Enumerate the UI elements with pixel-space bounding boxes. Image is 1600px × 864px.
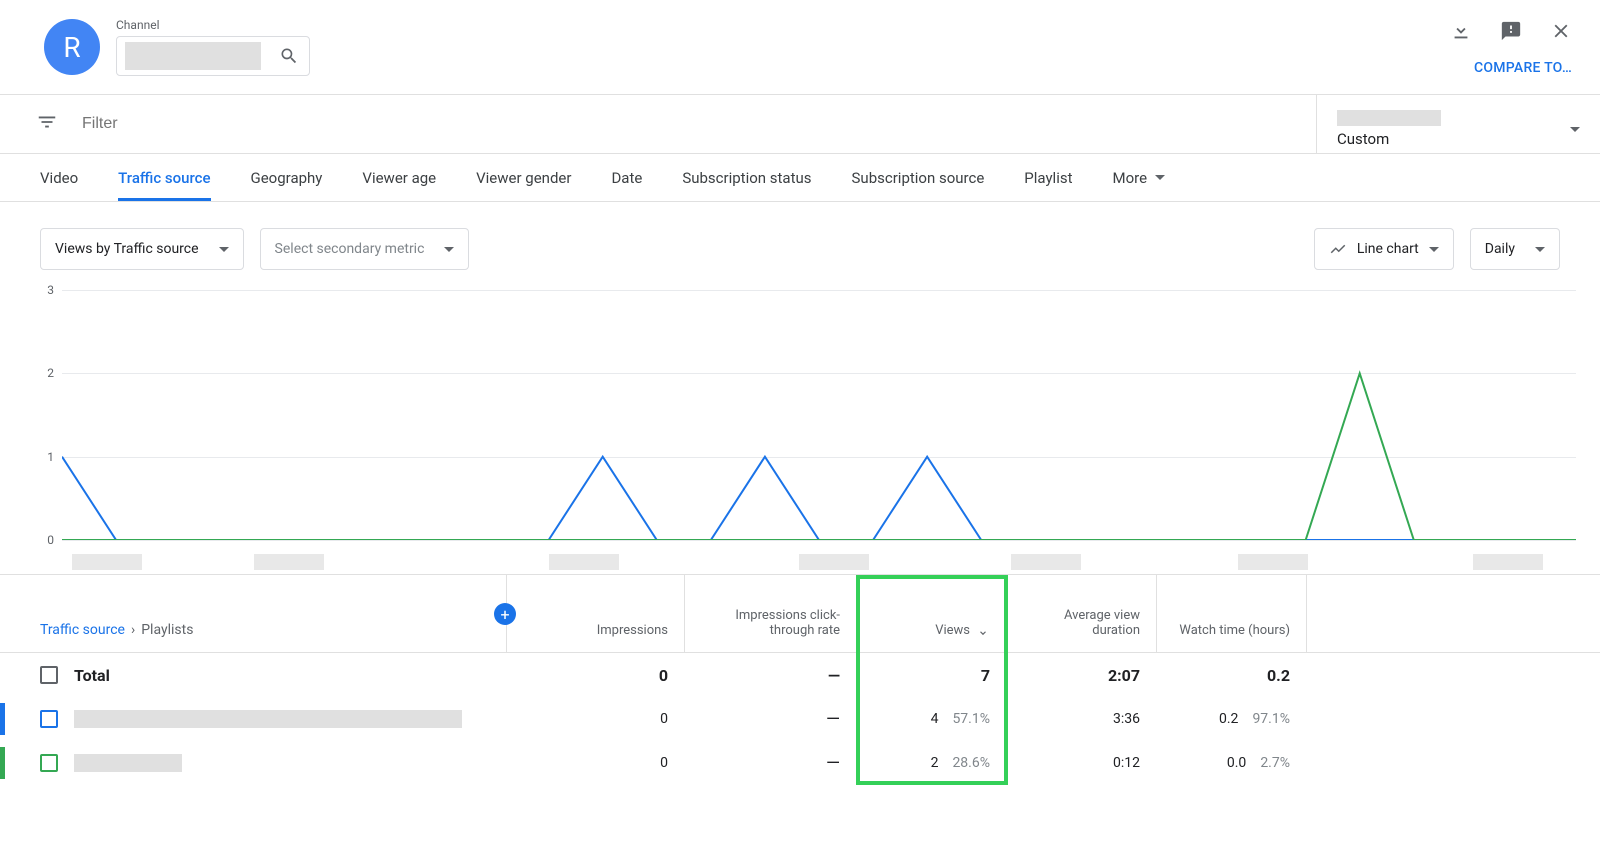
x-axis-tick [1011,554,1081,570]
y-axis-tick: 1 [47,450,54,464]
granularity-dropdown[interactable]: Daily [1470,228,1560,270]
date-range-label: Custom [1337,130,1441,148]
chart-type-dropdown[interactable]: Line chart [1314,228,1454,270]
channel-search[interactable] [116,36,310,76]
data-table: Traffic source › Playlists + Impressions… [0,574,1600,785]
total-avd: 2:07 [1006,666,1156,685]
secondary-metric-placeholder: Select secondary metric [275,241,425,257]
tab-viewer-gender[interactable]: Viewer gender [476,169,571,187]
channel-avatar[interactable]: R [44,19,100,75]
filter-input[interactable] [82,115,1316,133]
granularity-label: Daily [1485,241,1515,257]
x-axis-tick [1473,554,1543,570]
total-watch: 0.2 [1156,666,1306,685]
chart-series-line [62,373,1576,540]
series-color-indicator [0,703,5,735]
col-header-impressions[interactable]: Impressions [506,575,684,652]
secondary-metric-dropdown[interactable]: Select secondary metric [260,228,470,270]
table-row-total: Total 0 — 7 2:07 0.2 [0,653,1600,697]
col-header-views-label: Views [935,623,970,638]
filter-icon[interactable] [36,111,58,137]
total-label: Total [74,666,110,685]
add-comparison-button[interactable]: + [494,603,516,625]
total-ctr: — [684,666,856,685]
row-checkbox[interactable] [40,710,58,728]
breadcrumb-root[interactable]: Traffic source [40,622,125,638]
row-checkbox[interactable] [40,754,58,772]
y-axis-tick: 0 [47,533,54,547]
tab-traffic-source[interactable]: Traffic source [118,169,210,187]
table-row[interactable]: 0—228.6%0:120.02.7% [0,741,1600,785]
select-all-checkbox[interactable] [40,666,58,684]
col-header-views[interactable]: Views [856,575,1006,652]
x-axis-tick [1238,554,1308,570]
x-axis-tick [254,554,324,570]
search-icon[interactable] [269,46,309,66]
chevron-right-icon: › [131,622,135,638]
row-label-redacted [74,710,462,728]
primary-metric-dropdown[interactable]: Views by Traffic source [40,228,244,270]
chevron-down-icon [219,247,229,252]
tab-subscription-source[interactable]: Subscription source [852,169,985,187]
chevron-down-icon [1570,127,1580,132]
tab-subscription-status[interactable]: Subscription status [682,169,811,187]
primary-metric-label: Views by Traffic source [55,241,199,257]
line-chart-icon [1329,240,1347,258]
x-axis-tick [799,554,869,570]
chevron-down-icon [444,247,454,252]
tab-date[interactable]: Date [611,169,642,187]
chevron-down-icon [1535,247,1545,252]
col-header-avd[interactable]: Average view duration [1006,575,1156,652]
sort-desc-icon [976,624,990,638]
tab-more-label: More [1113,169,1148,187]
chevron-down-icon [1155,175,1165,180]
chevron-down-icon [1429,247,1439,252]
channel-label: Channel [116,18,310,32]
total-views: 7 [856,666,1006,685]
chart-type-label: Line chart [1357,241,1419,257]
tab-video[interactable]: Video [40,169,78,187]
series-color-indicator [0,747,5,779]
chart-series-line [62,457,1576,540]
y-axis-tick: 3 [47,283,54,297]
breadcrumb: Traffic source › Playlists [40,622,193,638]
tab-viewer-age[interactable]: Viewer age [362,169,436,187]
dimension-tabs: Video Traffic source Geography Viewer ag… [0,154,1600,202]
table-row[interactable]: 0—457.1%3:360.297.1% [0,697,1600,741]
chart-area: 0123 [40,290,1576,570]
channel-search-input[interactable] [125,42,261,70]
tab-more[interactable]: More [1113,169,1166,187]
y-axis-tick: 2 [47,366,54,380]
breadcrumb-current: Playlists [141,622,193,638]
date-range-picker[interactable]: Custom [1316,95,1600,153]
x-axis-tick [72,554,142,570]
col-header-watch[interactable]: Watch time (hours) [1156,575,1306,652]
row-label-redacted [74,754,182,772]
compare-to-link[interactable]: COMPARE TO… [1474,60,1572,76]
tab-playlist[interactable]: Playlist [1024,169,1072,187]
col-header-ctr[interactable]: Impressions click-through rate [684,575,856,652]
x-axis-tick [549,554,619,570]
tab-geography[interactable]: Geography [251,169,323,187]
total-impressions: 0 [506,666,684,685]
